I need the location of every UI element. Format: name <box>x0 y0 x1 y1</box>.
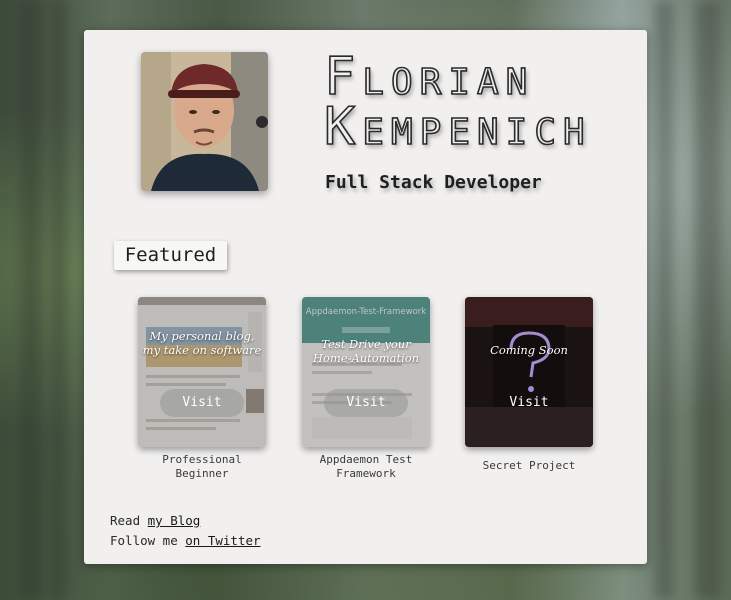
project-overlay-text: Coming Soon <box>490 343 568 357</box>
twitter-link-row: Follow me on Twitter <box>110 531 261 551</box>
project-caption: Secret Project <box>465 459 593 473</box>
project-overlay-text: My personal blog, my take on software <box>142 329 262 357</box>
project-caption-line: Appdaemon Test <box>319 453 413 466</box>
blog-link-row: Read my Blog <box>110 511 261 531</box>
profile-name: Florian Kempenich <box>323 47 592 157</box>
visit-button-secret[interactable]: Visit <box>487 389 571 417</box>
project-caption-line: Beginner <box>175 467 229 480</box>
project-caption: Appdaemon Test Framework <box>302 453 430 481</box>
project-card-blog: My personal blog, my take on software Vi… <box>138 297 266 481</box>
profile-subtitle: Full Stack Developer <box>325 172 542 193</box>
project-caption-line: Framework <box>336 467 396 480</box>
twitter-link[interactable]: on Twitter <box>185 533 260 548</box>
project-thumbnail[interactable]: Coming Soon Visit <box>465 297 593 447</box>
project-card-secret: Coming Soon Visit Secret Project <box>465 297 593 473</box>
visit-button-appdaemon[interactable]: Visit <box>324 389 408 417</box>
project-caption-line: Secret Project <box>482 459 576 472</box>
project-caption: Professional Beginner <box>138 453 266 481</box>
background-tree-trunk <box>52 0 66 600</box>
project-thumbnail[interactable]: My personal blog, my take on software Vi… <box>138 297 266 447</box>
name-first: Florian <box>323 47 535 107</box>
project-card-appdaemon: Appdaemon-Test-Framework Test Drive your… <box>302 297 430 481</box>
featured-heading: Featured <box>114 241 227 270</box>
read-prefix: Read <box>110 513 148 528</box>
avatar-photo <box>141 52 268 191</box>
background-tree-trunk <box>695 0 721 600</box>
footer-links: Read my Blog Follow me on Twitter <box>110 511 261 551</box>
follow-prefix: Follow me <box>110 533 186 548</box>
neon-question-mark-image <box>465 297 593 447</box>
project-thumbnail[interactable]: Appdaemon-Test-Framework Test Drive your… <box>302 297 430 447</box>
project-caption-line: Professional <box>162 453 242 466</box>
background-tree-trunk <box>20 0 42 600</box>
blog-link[interactable]: my Blog <box>148 513 201 528</box>
thumbnail-overlay <box>302 297 430 447</box>
background-tree-trunk <box>655 0 673 600</box>
project-overlay-text: Test Drive your Home-Automation <box>312 337 420 365</box>
avatar <box>141 52 268 191</box>
visit-button-blog[interactable]: Visit <box>160 389 244 417</box>
profile-card: Florian Kempenich .name .line{ font-vari… <box>84 30 647 564</box>
name-last: Kempenich <box>323 97 592 157</box>
thumbnail-overlay <box>138 297 266 447</box>
